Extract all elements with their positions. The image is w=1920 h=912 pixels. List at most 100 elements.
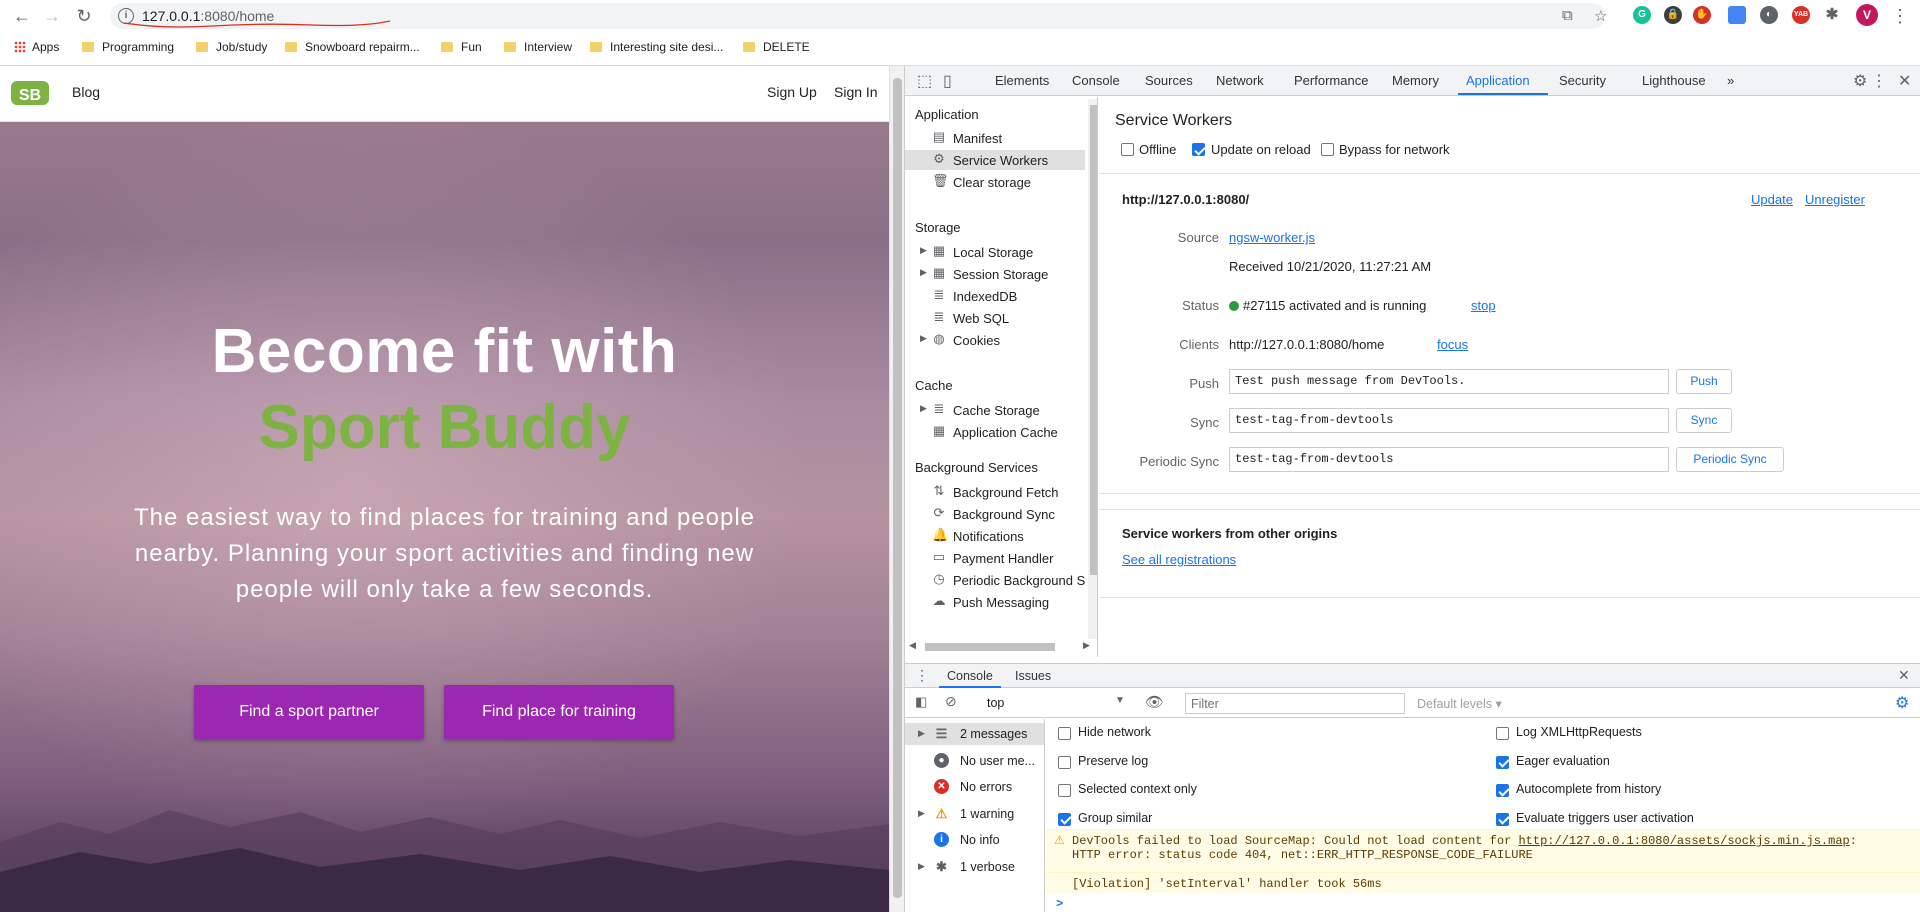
lock-extension-icon[interactable]: 🔒 [1664,6,1682,24]
expand-triangle-icon[interactable]: ▶ [918,808,925,819]
sidebar-item-push-messaging[interactable]: ☁ Push Messaging [905,592,1085,612]
inspect-element-icon[interactable]: ⬚ [917,71,932,91]
devtools-tab-network[interactable]: Network [1216,73,1264,88]
yab-extension-icon[interactable]: YAB [1792,6,1810,24]
devtools-tab-application[interactable]: Application [1466,73,1530,88]
console-filter-bug[interactable]: ▶ ✱ 1 verbose [905,856,1044,878]
sidebar-item-clear-storage[interactable]: 🗑 Clear storage [905,172,1085,192]
devtools-tab-performance[interactable]: Performance [1294,73,1368,88]
live-expression-eye-icon[interactable]: 👁 [1145,693,1164,711]
address-bar[interactable]: i 127.0.0.1:8080/home ⧉ ☆ [110,3,1607,29]
sidebar-item-periodic-background-sync[interactable]: ◷ Periodic Background Sync [905,570,1085,590]
update-on-reload-checkbox[interactable] [1192,143,1205,156]
page-scrollbar-thumb[interactable] [893,78,902,898]
profile-avatar[interactable]: V [1856,4,1878,26]
evaluate-triggers-user-activationcheckbox[interactable] [1496,812,1509,826]
preserve-logcheckbox[interactable] [1058,755,1071,769]
sidebar-item-service-workers[interactable]: ⚙ Service Workers [905,150,1085,170]
tabs-extension-icon[interactable] [1728,6,1746,24]
settings-gear-icon[interactable]: ⚙ [1853,71,1867,91]
page-scrollbar[interactable] [889,66,904,912]
devtools-tab-sources[interactable]: Sources [1145,73,1193,88]
drawer-tab-issues[interactable]: Issues [1015,669,1051,683]
sidebar-item-background-sync[interactable]: ⟳ Background Sync [905,504,1085,524]
back-arrow-icon[interactable]: ← [8,4,36,28]
find-place-training-button[interactable]: Find place for training [444,685,674,739]
sidebar-item-cookies[interactable]: ▶ ◍ Cookies [905,330,1085,350]
sidebar-item-application-cache[interactable]: ▦ Application Cache [905,422,1085,442]
sidebar-scrollbar[interactable] [1088,99,1097,639]
sourcemap-link[interactable]: http://127.0.0.1:8080/assets/sockjs.min.… [1518,834,1849,848]
update-link[interactable]: Update [1751,192,1793,207]
bookmark-folder[interactable]: Fun [441,40,482,54]
group-similarcheckbox[interactable] [1058,812,1071,826]
periodic-sync-button[interactable]: Periodic Sync [1676,447,1784,472]
devtools-tab-console[interactable]: Console [1072,73,1120,88]
grammarly-extension-icon[interactable]: G [1633,6,1651,24]
sidebar-item-cache-storage[interactable]: ▶ ≣ Cache Storage [905,400,1085,420]
source-link[interactable]: ngsw-worker.js [1229,230,1315,245]
sidebar-item-session-storage[interactable]: ▶ ▦ Session Storage [905,264,1085,284]
scroll-left-arrow-icon[interactable]: ◀ [909,640,916,651]
devtools-tab-lighthouse[interactable]: Lighthouse [1642,73,1706,88]
context-selector[interactable]: top [981,692,1129,714]
bookmark-folder[interactable]: Job/study [196,40,267,54]
dark-mode-extension-icon[interactable]: ◐ [1760,6,1778,24]
bookmark-folder[interactable]: Programming [82,40,174,54]
console-filter-info[interactable]: i No info [905,829,1044,851]
menu-kebab-icon[interactable]: ⋮ [1886,4,1914,28]
selected-context-onlycheckbox[interactable] [1058,784,1071,797]
offline-checkbox[interactable] [1121,143,1134,156]
nav-blog-link[interactable]: Blog [72,84,100,100]
console-settings-gear-icon[interactable]: ⚙ [1895,693,1909,713]
eager-evaluationcheckbox[interactable] [1496,755,1509,769]
autocomplete-from-historycheckbox[interactable] [1496,784,1509,797]
bookmark-folder[interactable]: Snowboard repairm... [285,40,420,54]
drawer-menu-icon[interactable]: ⋮ [915,667,929,684]
sidebar-item-web-sql[interactable]: ≣ Web SQL [905,308,1085,328]
find-sport-partner-button[interactable]: Find a sport partner [194,685,424,739]
sidebar-hscrollbar-thumb[interactable] [925,643,1055,651]
unregister-link[interactable]: Unregister [1805,192,1865,207]
drawer-tab-console[interactable]: Console [947,669,993,683]
bypass-network-checkbox[interactable] [1321,143,1334,156]
close-devtools-icon[interactable]: ✕ [1898,71,1911,91]
device-toolbar-icon[interactable]: ▯ [943,71,952,91]
expand-triangle-icon[interactable]: ▶ [918,728,925,739]
more-tabs-icon[interactable]: » [1727,73,1734,88]
periodic-sync-input[interactable]: test-tag-from-devtools [1229,447,1669,472]
extensions-puzzle-icon[interactable]: ✱ [1823,6,1841,24]
bookmark-star-icon[interactable]: ☆ [1594,7,1607,25]
sidebar-item-payment-handler[interactable]: ▭ Payment Handler [905,548,1085,568]
clear-console-icon[interactable]: ⊘ [945,693,957,710]
bookmark-folder[interactable]: Interesting site desi... [590,40,723,54]
devtools-tab-security[interactable]: Security [1559,73,1606,88]
sign-up-link[interactable]: Sign Up [767,84,817,100]
sign-in-link[interactable]: Sign In [834,84,878,100]
console-filter-error[interactable]: ✕ No errors [905,776,1044,798]
console-filter-user[interactable]: ● No user me... [905,750,1044,772]
scroll-right-arrow-icon[interactable]: ▶ [1083,640,1090,651]
console-filter-list[interactable]: ▶ ☰ 2 messages [905,723,1044,745]
push-button[interactable]: Push [1676,369,1732,394]
sidebar-item-local-storage[interactable]: ▶ ▦ Local Storage [905,242,1085,262]
log-levels-dropdown[interactable]: Default levels ▾ [1417,696,1502,711]
bookmark-folder[interactable]: DELETE [743,40,810,54]
sync-button[interactable]: Sync [1676,408,1732,433]
open-in-app-icon[interactable]: ⧉ [1562,7,1573,24]
console-filter-warning[interactable]: ▶ ⚠ 1 warning [905,803,1044,825]
devtools-menu-icon[interactable]: ⋮ [1871,71,1887,91]
expand-triangle-icon[interactable]: ▶ [920,403,927,414]
bookmark-folder[interactable]: Interview [504,40,572,54]
focus-link[interactable]: focus [1437,337,1468,352]
log-xmlhttprequestscheckbox[interactable] [1496,727,1509,740]
bookmark-apps[interactable]: Apps [14,40,59,54]
close-drawer-icon[interactable]: ✕ [1898,667,1910,684]
sidebar-scrollbar-thumb[interactable] [1090,105,1097,575]
forward-arrow-icon[interactable]: → [38,4,66,28]
devtools-tab-elements[interactable]: Elements [995,73,1049,88]
show-sidebar-icon[interactable]: ◧ [915,694,927,710]
adblock-extension-icon[interactable]: ✋ [1693,6,1711,24]
expand-triangle-icon[interactable]: ▶ [920,267,927,278]
expand-triangle-icon[interactable]: ▶ [918,861,925,872]
